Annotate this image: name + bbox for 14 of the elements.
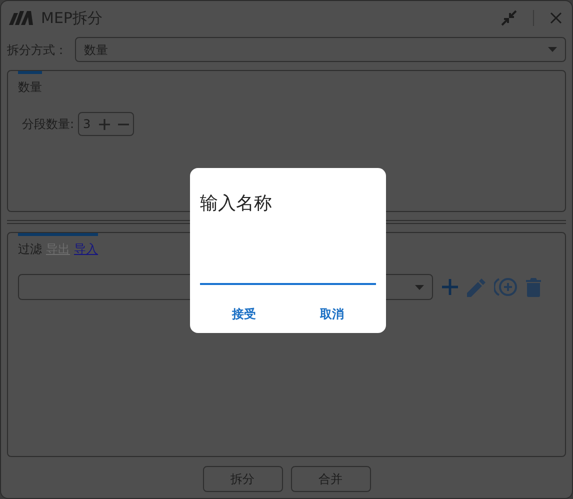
collapse-icon[interactable] xyxy=(501,10,517,26)
dropdown-arrow-icon xyxy=(415,284,424,290)
dialog-button[interactable]: 取消 xyxy=(312,301,352,327)
plus-icon[interactable] xyxy=(98,118,110,130)
pencil-icon[interactable] xyxy=(467,278,486,296)
close-icon[interactable] xyxy=(550,12,562,24)
dialog-button[interactable]: 接受 xyxy=(224,301,264,327)
add-circle-icon[interactable] xyxy=(494,277,518,297)
trash-icon[interactable] xyxy=(526,278,541,296)
dropdown-arrow-icon xyxy=(548,47,557,52)
add-icon[interactable] xyxy=(441,278,459,296)
logo-icon xyxy=(9,9,33,27)
dialog-title: 输入名称 xyxy=(200,192,273,216)
link[interactable]: 导入 xyxy=(74,240,98,258)
